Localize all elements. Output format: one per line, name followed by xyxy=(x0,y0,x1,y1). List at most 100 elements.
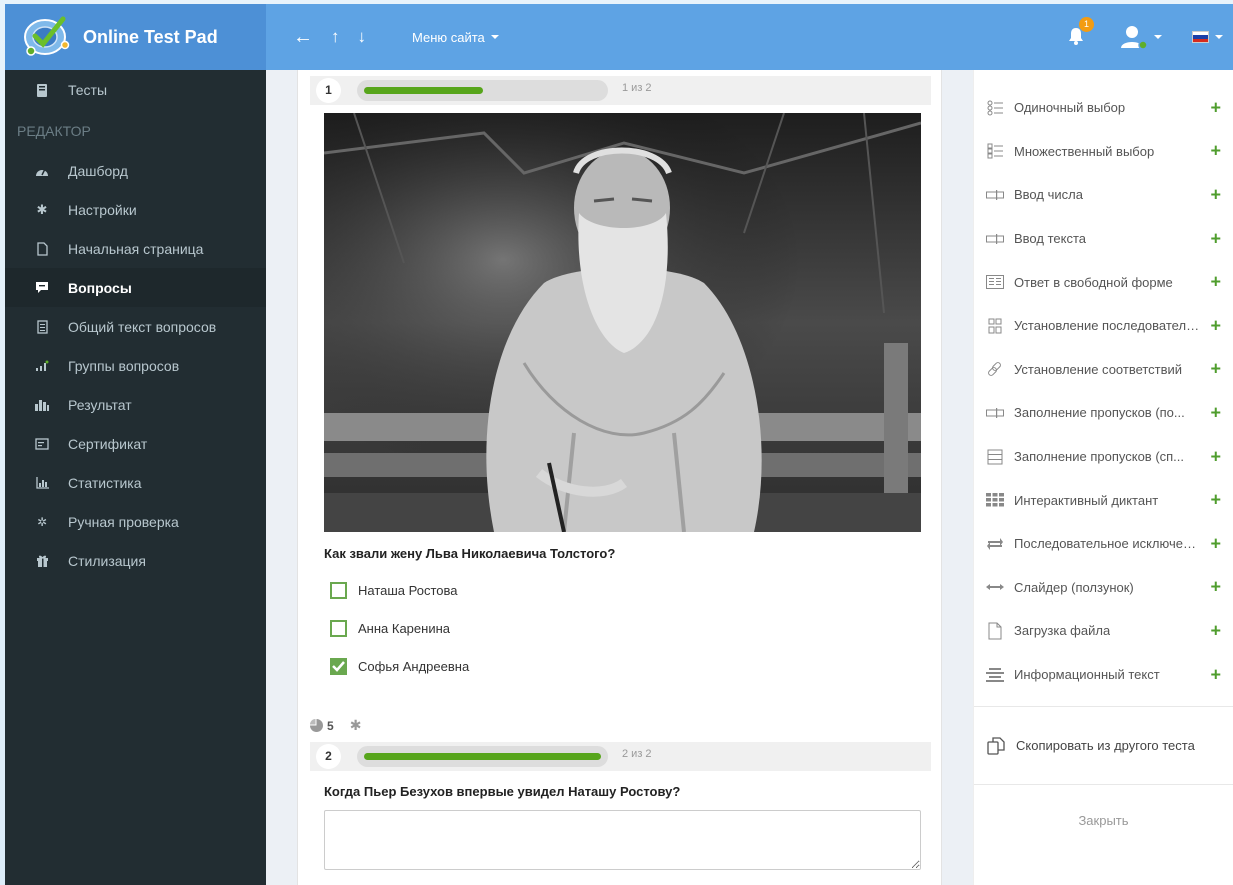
plus-icon[interactable]: + xyxy=(1210,97,1221,118)
add-multiple-choice[interactable]: Множественный выбор + xyxy=(974,130,1233,174)
multiple-choice-icon xyxy=(986,143,1004,159)
sidebar-item-styling[interactable]: Стилизация xyxy=(5,541,266,580)
question-number: 2 xyxy=(316,744,341,769)
plus-icon[interactable]: + xyxy=(1210,577,1221,598)
sidebar-item-tests[interactable]: Тесты xyxy=(5,70,266,110)
sidebar-item-settings[interactable]: ✱ Настройки xyxy=(5,190,266,229)
dictation-icon xyxy=(986,492,1004,508)
question-text: Когда Пьер Безухов впервые увидел Наташу… xyxy=(324,784,681,799)
add-fill-gaps[interactable]: Заполнение пропусков (по... + xyxy=(974,391,1233,435)
sidebar-item-common-text[interactable]: Общий текст вопросов xyxy=(5,307,266,346)
statistics-icon xyxy=(35,476,49,490)
groups-icon xyxy=(35,359,49,373)
answer-textarea[interactable] xyxy=(324,810,921,870)
checkbox-checked[interactable] xyxy=(330,658,347,675)
item-label: Загрузка файла xyxy=(1014,623,1111,639)
notification-badge: 1 xyxy=(1079,16,1094,32)
add-slider[interactable]: Слайдер (ползунок) + xyxy=(974,566,1233,610)
sidebar-item-dashboard[interactable]: Дашборд xyxy=(5,151,266,190)
plus-icon[interactable]: + xyxy=(1210,446,1221,467)
sidebar-item-statistics[interactable]: Статистика xyxy=(5,463,266,502)
fill-gaps-icon xyxy=(986,405,1004,421)
checkbox[interactable] xyxy=(330,620,347,637)
sidebar-item-start-page[interactable]: Начальная страница xyxy=(5,229,266,268)
add-fill-gaps-list[interactable]: Заполнение пропусков (сп... + xyxy=(974,435,1233,479)
item-label: Ввод текста xyxy=(1014,231,1086,247)
single-choice-icon xyxy=(986,100,1004,116)
russian-flag-icon xyxy=(1192,31,1209,43)
sidebar-section-header: РЕДАКТОР xyxy=(17,122,91,139)
question-number: 1 xyxy=(316,78,341,103)
plus-icon[interactable]: + xyxy=(1210,359,1221,380)
add-info-text[interactable]: Информационный текст + xyxy=(974,653,1233,697)
question-header-2[interactable]: 2 2 из 2 xyxy=(310,742,931,771)
add-sequence[interactable]: Установление последовательности + xyxy=(974,304,1233,348)
notifications-button[interactable]: 1 xyxy=(1068,16,1094,48)
plus-icon[interactable]: + xyxy=(1210,184,1221,205)
item-label: Одиночный выбор xyxy=(1014,100,1126,116)
add-matching[interactable]: Установление соответствий + xyxy=(974,348,1233,392)
add-free-answer[interactable]: Ответ в свободной форме + xyxy=(974,260,1233,304)
portrait-photo xyxy=(324,113,921,532)
sidebar-item-label: Сертификат xyxy=(68,435,148,452)
book-icon xyxy=(35,83,49,97)
sidebar-item-result[interactable]: Результат xyxy=(5,385,266,424)
site-menu-dropdown[interactable]: Меню сайта xyxy=(412,4,499,70)
add-dictation[interactable]: Интерактивный диктант + xyxy=(974,478,1233,522)
option-label: Анна Каренина xyxy=(358,621,450,636)
language-selector[interactable] xyxy=(1192,31,1223,43)
points-value: 5 xyxy=(327,718,334,733)
copy-label: Скопировать из другого теста xyxy=(1016,738,1195,754)
plus-icon[interactable]: + xyxy=(1210,620,1221,641)
sequence-icon xyxy=(986,318,1004,334)
sidebar-item-label: Результат xyxy=(68,396,132,413)
arrow-left-icon[interactable]: ← xyxy=(293,26,313,49)
plus-icon[interactable]: + xyxy=(1210,490,1221,511)
arrow-down-icon[interactable]: ↓ xyxy=(358,27,367,47)
plus-icon[interactable]: + xyxy=(1210,664,1221,685)
sidebar-item-label: Статистика xyxy=(68,474,142,491)
sidebar-item-label: Дашборд xyxy=(68,162,128,179)
question-types-panel: Одиночный выбор + Множественный выбор + … xyxy=(973,70,1233,885)
sidebar-item-manual-check[interactable]: ✲ Ручная проверка xyxy=(5,502,266,541)
plus-icon[interactable]: + xyxy=(1210,272,1221,293)
arrow-up-icon[interactable]: ↑ xyxy=(331,27,340,47)
checkbox[interactable] xyxy=(330,582,347,599)
plus-icon[interactable]: + xyxy=(1210,141,1221,162)
add-input-text[interactable]: Ввод текста + xyxy=(974,217,1233,261)
progress-bar xyxy=(357,746,608,767)
caret-down-icon xyxy=(1215,35,1223,39)
add-single-choice[interactable]: Одиночный выбор + xyxy=(974,86,1233,130)
progress-text: 1 из 2 xyxy=(622,82,652,94)
plus-icon[interactable]: + xyxy=(1210,228,1221,249)
sidebar-item-label: Начальная страница xyxy=(68,240,204,257)
add-file-upload[interactable]: Загрузка файла + xyxy=(974,609,1233,653)
sidebar-item-question-groups[interactable]: Группы вопросов xyxy=(5,346,266,385)
add-input-number[interactable]: Ввод числа + xyxy=(974,173,1233,217)
asterisk-icon[interactable]: ✱ xyxy=(350,717,362,734)
sidebar-item-questions[interactable]: Вопросы xyxy=(5,268,266,307)
sidebar-item-label: Настройки xyxy=(68,201,137,218)
option-label: Софья Андреевна xyxy=(358,659,470,674)
progress-fill xyxy=(364,87,483,94)
plus-icon[interactable]: + xyxy=(1210,533,1221,554)
slider-icon xyxy=(986,579,1004,595)
question-header-1[interactable]: 1 1 из 2 xyxy=(310,76,931,105)
answer-option[interactable]: Анна Каренина xyxy=(330,620,450,637)
sidebar-item-certificate[interactable]: Сертификат xyxy=(5,424,266,463)
file-upload-icon xyxy=(986,622,1004,640)
user-menu[interactable] xyxy=(1120,24,1162,50)
answer-option[interactable]: Наташа Ростова xyxy=(330,582,458,599)
gift-icon xyxy=(35,554,49,568)
logo-icon xyxy=(24,16,70,56)
logo[interactable]: Online Test Pad xyxy=(5,4,266,70)
close-button[interactable]: Закрыть xyxy=(974,785,1233,855)
answer-option[interactable]: Софья Андреевна xyxy=(330,658,469,675)
plus-icon[interactable]: + xyxy=(1210,402,1221,423)
copy-from-other-test-button[interactable]: Скопировать из другого теста xyxy=(974,707,1233,784)
main-content: 1 1 из 2 Как звали жену Льва Николаевича… xyxy=(297,70,942,885)
question-image xyxy=(324,113,921,532)
plus-icon[interactable]: + xyxy=(1210,315,1221,336)
add-sequential-exclusion[interactable]: Последовательное исключение + xyxy=(974,522,1233,566)
app-title: Online Test Pad xyxy=(83,26,218,47)
